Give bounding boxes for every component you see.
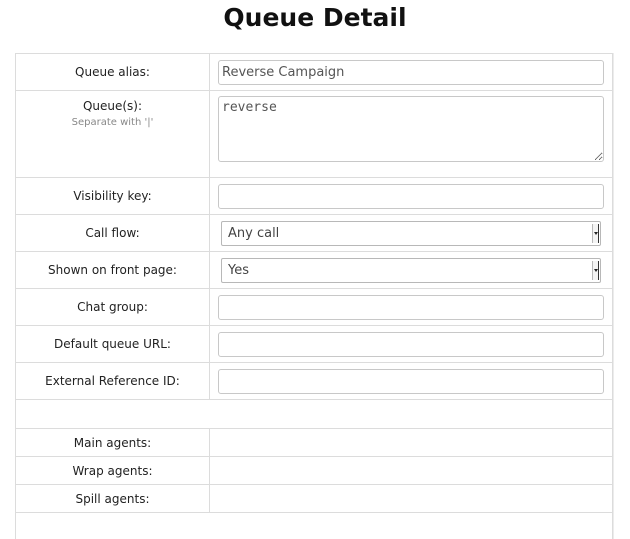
row-spill-agents: Spill agents: <box>16 485 613 513</box>
call-flow-label: Call flow: <box>16 215 210 252</box>
chat-group-input[interactable] <box>218 295 604 320</box>
main-agents-value <box>210 429 613 457</box>
row-chat-group: Chat group: <box>16 289 613 326</box>
queue-detail-table: Queue alias: Queue(s): Separate with '|'… <box>15 53 613 539</box>
spill-agents-value <box>210 485 613 513</box>
chevron-down-icon <box>592 261 599 280</box>
shown-on-front-page-label: Shown on front page: <box>16 252 210 289</box>
external-reference-id-label: External Reference ID: <box>16 363 210 400</box>
row-tail <box>16 513 613 539</box>
queues-hint: Separate with '|' <box>16 117 209 128</box>
row-spacer <box>16 400 613 429</box>
visibility-key-input[interactable] <box>218 184 604 209</box>
queues-textarea[interactable]: reverse <box>218 96 604 162</box>
external-reference-id-input[interactable] <box>218 369 604 394</box>
row-queues: Queue(s): Separate with '|' reverse <box>16 91 613 178</box>
shown-on-front-page-selected-value: Yes <box>222 263 249 278</box>
row-shown-on-front-page: Shown on front page: Yes <box>16 252 613 289</box>
default-queue-url-input[interactable] <box>218 332 604 357</box>
default-queue-url-label: Default queue URL: <box>16 326 210 363</box>
row-queue-alias: Queue alias: <box>16 54 613 91</box>
row-main-agents: Main agents: <box>16 429 613 457</box>
chevron-down-icon <box>592 224 599 243</box>
spill-agents-label: Spill agents: <box>16 485 210 513</box>
row-default-queue-url: Default queue URL: <box>16 326 613 363</box>
call-flow-select[interactable]: Any call <box>221 221 601 246</box>
queue-alias-label: Queue alias: <box>16 54 210 91</box>
shown-on-front-page-select[interactable]: Yes <box>221 258 601 283</box>
row-external-reference-id: External Reference ID: <box>16 363 613 400</box>
visibility-key-label: Visibility key: <box>16 178 210 215</box>
wrap-agents-label: Wrap agents: <box>16 457 210 485</box>
call-flow-selected-value: Any call <box>222 226 279 241</box>
page-title: Queue Detail <box>0 0 630 36</box>
wrap-agents-value <box>210 457 613 485</box>
row-visibility-key: Visibility key: <box>16 178 613 215</box>
row-call-flow: Call flow: Any call <box>16 215 613 252</box>
main-agents-label: Main agents: <box>16 429 210 457</box>
row-wrap-agents: Wrap agents: <box>16 457 613 485</box>
queues-label: Queue(s): <box>83 99 142 113</box>
queue-alias-input[interactable] <box>218 60 604 85</box>
chat-group-label: Chat group: <box>16 289 210 326</box>
